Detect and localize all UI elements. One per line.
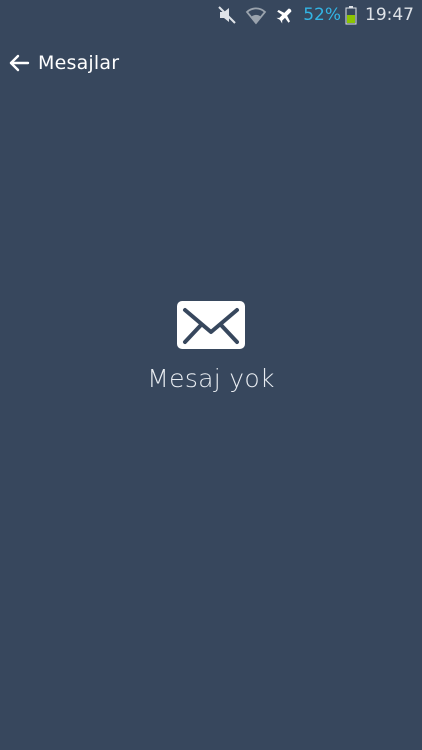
mute-icon <box>217 5 237 25</box>
status-icons: 52% 19:47 <box>217 4 414 26</box>
status-bar: 52% 19:47 <box>0 0 422 30</box>
back-button[interactable]: Mesajlar <box>0 40 127 86</box>
empty-message: Mesaj yok <box>147 364 275 393</box>
airplane-mode-icon <box>275 5 295 25</box>
page-title: Mesajlar <box>38 52 120 74</box>
battery-icon <box>345 5 357 25</box>
clock: 19:47 <box>365 5 414 25</box>
empty-state: Mesaj yok <box>0 300 422 393</box>
wifi-icon <box>245 5 267 25</box>
arrow-left-icon <box>8 52 30 74</box>
battery-percent: 52% <box>303 5 341 25</box>
app-bar: Mesajlar <box>0 40 422 86</box>
envelope-icon <box>177 301 245 349</box>
